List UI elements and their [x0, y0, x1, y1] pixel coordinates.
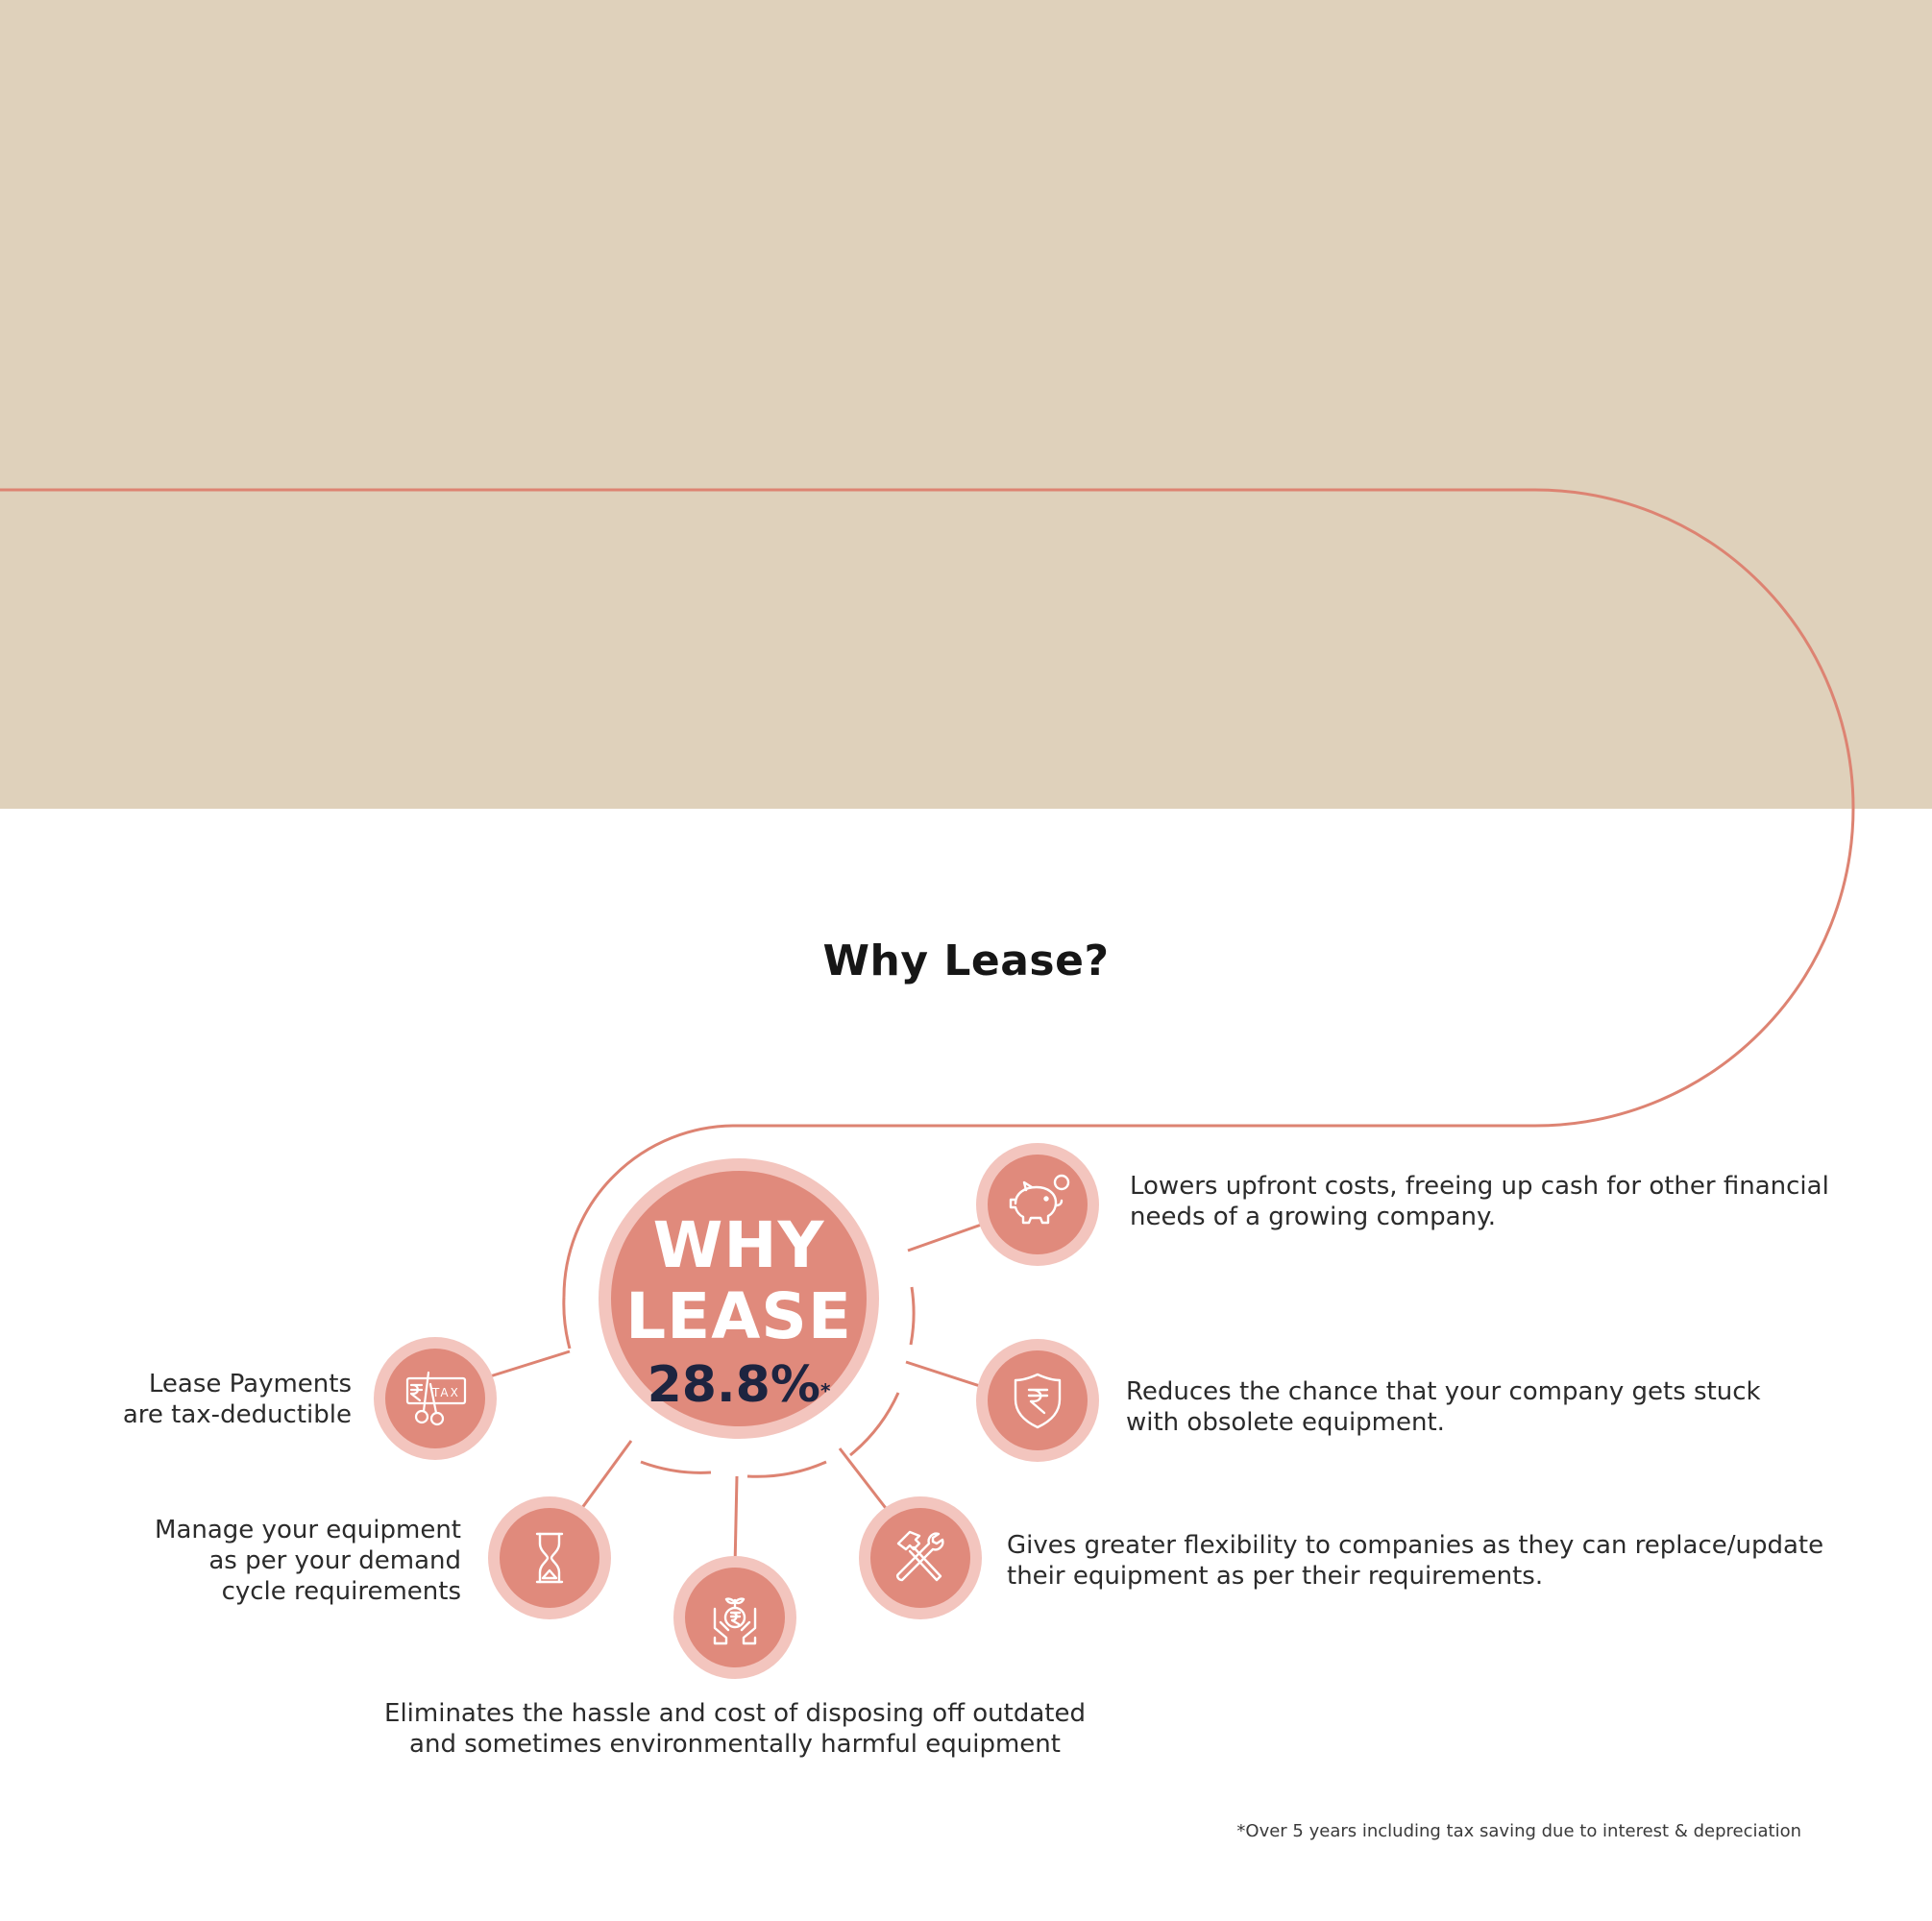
- rupee-shield-icon: [994, 1357, 1081, 1444]
- benefit-tax-deductible: Lease Payments are tax-deductible: [122, 1370, 352, 1429]
- hub-value: 28.8%: [647, 1356, 820, 1414]
- hourglass-icon: [506, 1515, 593, 1601]
- hammer-wrench-icon: [877, 1515, 964, 1601]
- hub-value-row: 28.8%*: [596, 1354, 882, 1416]
- rupee-plant-hands-icon: [692, 1574, 778, 1661]
- hub-label: WHY LEASE 28.8%*: [596, 1210, 882, 1416]
- hub-line-1: WHY: [652, 1208, 825, 1282]
- benefit-obsolete-equipment: Reduces the chance that your company get…: [1126, 1377, 1761, 1437]
- benefit-upfront-costs: Lowers upfront costs, freeing up cash fo…: [1130, 1172, 1829, 1231]
- benefit-demand-cycle: Manage your equipment as per your demand…: [155, 1516, 461, 1606]
- piggy-bank-icon: [994, 1161, 1081, 1248]
- hub-footnote-marker: *: [819, 1379, 831, 1402]
- benefit-flexibility: Gives greater flexibility to companies a…: [1007, 1531, 1824, 1591]
- tax-label: TAX: [431, 1386, 460, 1399]
- benefit-disposal: Eliminates the hassle and cost of dispos…: [384, 1699, 1086, 1759]
- footnote: *Over 5 years including tax saving due t…: [1236, 1821, 1801, 1841]
- tax-scissors-icon: TAX: [392, 1355, 478, 1442]
- hub-line-2: LEASE: [625, 1279, 852, 1353]
- page-title: Why Lease?: [822, 936, 1110, 985]
